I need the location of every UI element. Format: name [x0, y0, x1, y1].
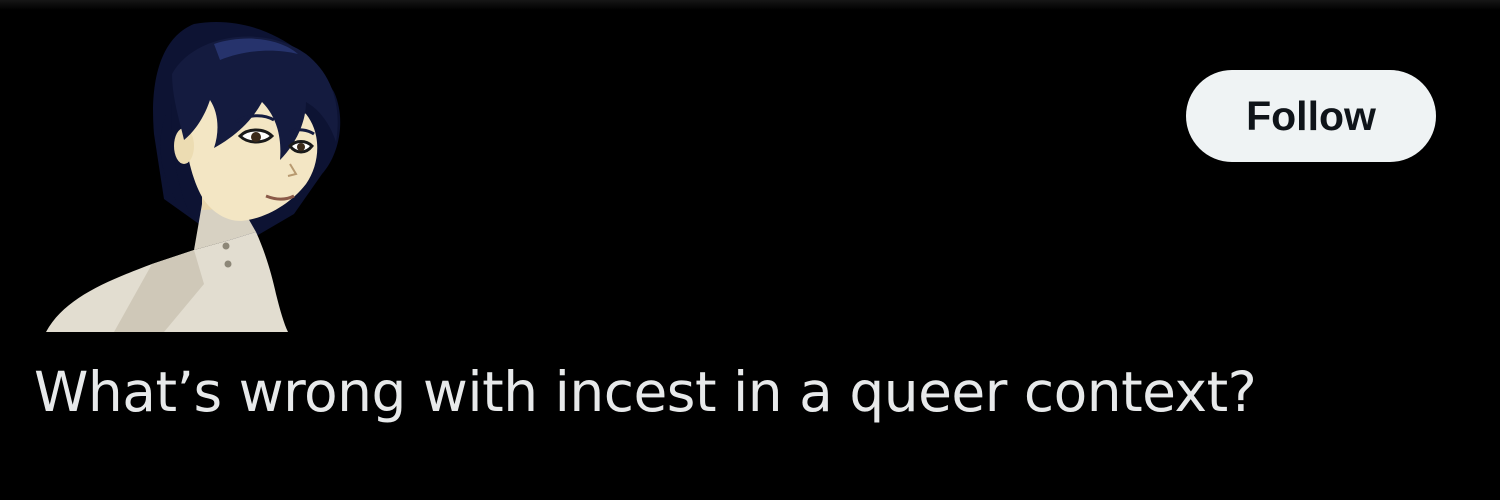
avatar[interactable]	[44, 14, 344, 334]
jacket-button	[222, 242, 230, 250]
jacket-button	[224, 260, 232, 268]
tweet-card: Follow What’s wrong with incest in a que…	[0, 0, 1500, 500]
follow-button[interactable]: Follow	[1186, 70, 1436, 162]
top-divider	[0, 0, 1500, 10]
post-text: What’s wrong with incest in a queer cont…	[34, 360, 1257, 424]
